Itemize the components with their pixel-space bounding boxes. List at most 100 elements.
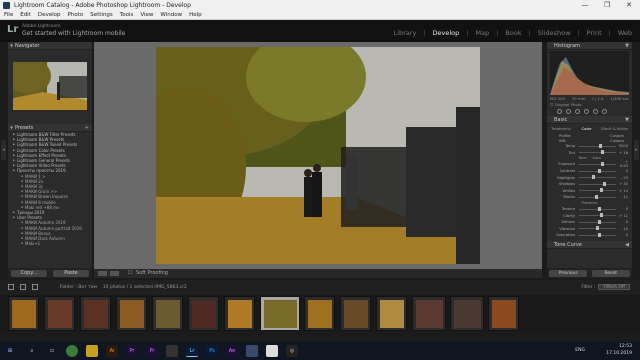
mobile-promo-link[interactable]: Get started with Lightroom mobile bbox=[22, 30, 125, 37]
slider-value[interactable]: - 11 bbox=[618, 195, 628, 199]
slider-knob[interactable] bbox=[597, 168, 601, 173]
monitor-2-icon[interactable] bbox=[20, 284, 26, 290]
soft-proofing-checkbox[interactable]: ☐ bbox=[128, 269, 132, 278]
slider-track[interactable] bbox=[579, 194, 616, 199]
file-explorer-icon[interactable] bbox=[86, 345, 98, 357]
slider-knob[interactable] bbox=[597, 232, 601, 237]
app-icon[interactable]: ◎ bbox=[286, 345, 298, 357]
adjustment-brush-icon[interactable] bbox=[602, 109, 607, 114]
film-thumb[interactable] bbox=[80, 296, 111, 331]
film-thumb[interactable] bbox=[304, 296, 335, 331]
crop-tool-icon[interactable] bbox=[557, 109, 562, 114]
presets-header[interactable]: ▼ Presets + bbox=[8, 124, 92, 132]
slider-track[interactable] bbox=[579, 143, 616, 148]
slider-knob[interactable] bbox=[599, 143, 603, 148]
slider-contrast[interactable]: Contrast 0 bbox=[547, 168, 632, 175]
maximize-button[interactable]: ❐ bbox=[596, 0, 618, 11]
slider-knob[interactable] bbox=[602, 181, 606, 186]
module-map[interactable]: Map bbox=[473, 29, 491, 37]
film-thumb[interactable] bbox=[376, 296, 407, 331]
close-button[interactable]: ✕ bbox=[618, 0, 640, 11]
slider-highlights[interactable]: Highlights - 29 bbox=[547, 174, 632, 181]
auto-button[interactable]: Auto bbox=[592, 156, 600, 160]
film-thumb[interactable] bbox=[188, 296, 219, 331]
minimize-button[interactable]: — bbox=[574, 0, 596, 11]
red-eye-icon[interactable] bbox=[575, 109, 580, 114]
slider-blacks[interactable]: Blacks - 11 bbox=[547, 194, 632, 201]
slider-value[interactable]: 0 bbox=[618, 233, 628, 237]
profile-select[interactable]: Custom bbox=[610, 134, 624, 138]
slider-knob[interactable] bbox=[592, 175, 596, 180]
slider-temp[interactable]: Temp 5200 bbox=[547, 143, 632, 150]
film-thumb[interactable] bbox=[8, 296, 39, 331]
slider-track[interactable] bbox=[579, 226, 616, 231]
slider-knob[interactable] bbox=[601, 161, 605, 166]
photoshop-icon[interactable]: Ps bbox=[206, 345, 218, 357]
loupe-view-icon[interactable] bbox=[98, 271, 107, 276]
menu-develop[interactable]: Develop bbox=[38, 11, 61, 19]
chrome-icon[interactable] bbox=[66, 345, 78, 357]
slider-clarity[interactable]: Clarity + 11 bbox=[547, 212, 632, 219]
navigator-header[interactable]: ▼ Navigator bbox=[8, 42, 92, 50]
module-book[interactable]: Book bbox=[503, 29, 523, 37]
slider-vibrance[interactable]: Vibrance - 10 bbox=[547, 226, 632, 233]
copy-button[interactable]: Copy... bbox=[11, 269, 47, 277]
before-after-icon[interactable] bbox=[110, 271, 119, 276]
previous-button[interactable]: Previous bbox=[549, 269, 588, 277]
slider-knob[interactable] bbox=[597, 206, 601, 211]
film-thumb[interactable] bbox=[340, 296, 371, 331]
slider-value[interactable]: + 11 bbox=[618, 214, 628, 218]
menu-photo[interactable]: Photo bbox=[68, 11, 84, 19]
app-icon[interactable] bbox=[266, 345, 278, 357]
main-photo[interactable] bbox=[156, 47, 480, 264]
slider-value[interactable]: 0 bbox=[618, 169, 628, 173]
slider-track[interactable] bbox=[579, 219, 616, 224]
module-web[interactable]: Web bbox=[616, 29, 634, 37]
reset-button[interactable]: Reset bbox=[591, 269, 630, 277]
folder-label[interactable]: Folder : Вот там bbox=[60, 285, 97, 290]
slider-track[interactable] bbox=[579, 232, 616, 237]
slider-track[interactable] bbox=[579, 213, 616, 218]
premiere-icon[interactable]: Pr bbox=[126, 345, 138, 357]
basic-header[interactable]: Basic ▼ bbox=[547, 116, 632, 124]
task-view-icon[interactable]: ▭ bbox=[46, 345, 58, 357]
paste-button[interactable]: Paste bbox=[53, 269, 89, 277]
slider-value[interactable]: + 16 bbox=[618, 151, 628, 155]
slider-track[interactable] bbox=[579, 150, 616, 155]
right-panel-toggle[interactable]: ▸ bbox=[634, 140, 639, 160]
slider-track[interactable] bbox=[579, 181, 616, 186]
slider-knob[interactable] bbox=[597, 219, 601, 224]
tone-curve-header[interactable]: Tone Curve ◀ bbox=[547, 240, 632, 249]
slider-value[interactable]: 0 bbox=[618, 207, 628, 211]
menu-help[interactable]: Help bbox=[189, 11, 202, 19]
treatment-bw[interactable]: Black & White bbox=[601, 126, 628, 131]
film-thumb[interactable] bbox=[412, 296, 446, 331]
module-library[interactable]: Library bbox=[392, 29, 419, 37]
module-develop[interactable]: Develop bbox=[431, 29, 462, 37]
slider-whites[interactable]: Whites + 14 bbox=[547, 188, 632, 195]
film-thumb[interactable] bbox=[224, 296, 255, 331]
film-thumb[interactable] bbox=[152, 296, 183, 331]
slider-value[interactable]: - 10 bbox=[618, 227, 628, 231]
slider-tint[interactable]: Tint + 16 bbox=[547, 150, 632, 157]
after-effects-icon[interactable]: Ae bbox=[226, 345, 238, 357]
slider-dehaze[interactable]: Dehaze 0 bbox=[547, 219, 632, 226]
slider-shadows[interactable]: Shadows + 30 bbox=[547, 181, 632, 188]
lightroom-taskbar-icon[interactable]: Lr bbox=[186, 345, 198, 357]
preset-item[interactable]: ▪ Maki+1 bbox=[8, 241, 92, 246]
menu-view[interactable]: View bbox=[140, 11, 153, 19]
monitor-1-icon[interactable] bbox=[8, 284, 14, 290]
slider-knob[interactable] bbox=[599, 213, 603, 218]
module-print[interactable]: Print bbox=[585, 29, 604, 37]
slider-knob[interactable] bbox=[601, 150, 605, 155]
slider-track[interactable] bbox=[579, 161, 616, 166]
slider-knob[interactable] bbox=[595, 194, 599, 199]
slider-value[interactable]: + 14 bbox=[618, 189, 628, 193]
slider-texture[interactable]: Texture 0 bbox=[547, 206, 632, 213]
film-thumb[interactable] bbox=[44, 296, 75, 331]
slider-value[interactable]: 0 bbox=[618, 220, 628, 224]
slider-track[interactable] bbox=[579, 188, 616, 193]
menu-edit[interactable]: Edit bbox=[20, 11, 31, 19]
film-thumb[interactable] bbox=[450, 296, 484, 331]
slider-value[interactable]: + 30 bbox=[618, 182, 628, 186]
